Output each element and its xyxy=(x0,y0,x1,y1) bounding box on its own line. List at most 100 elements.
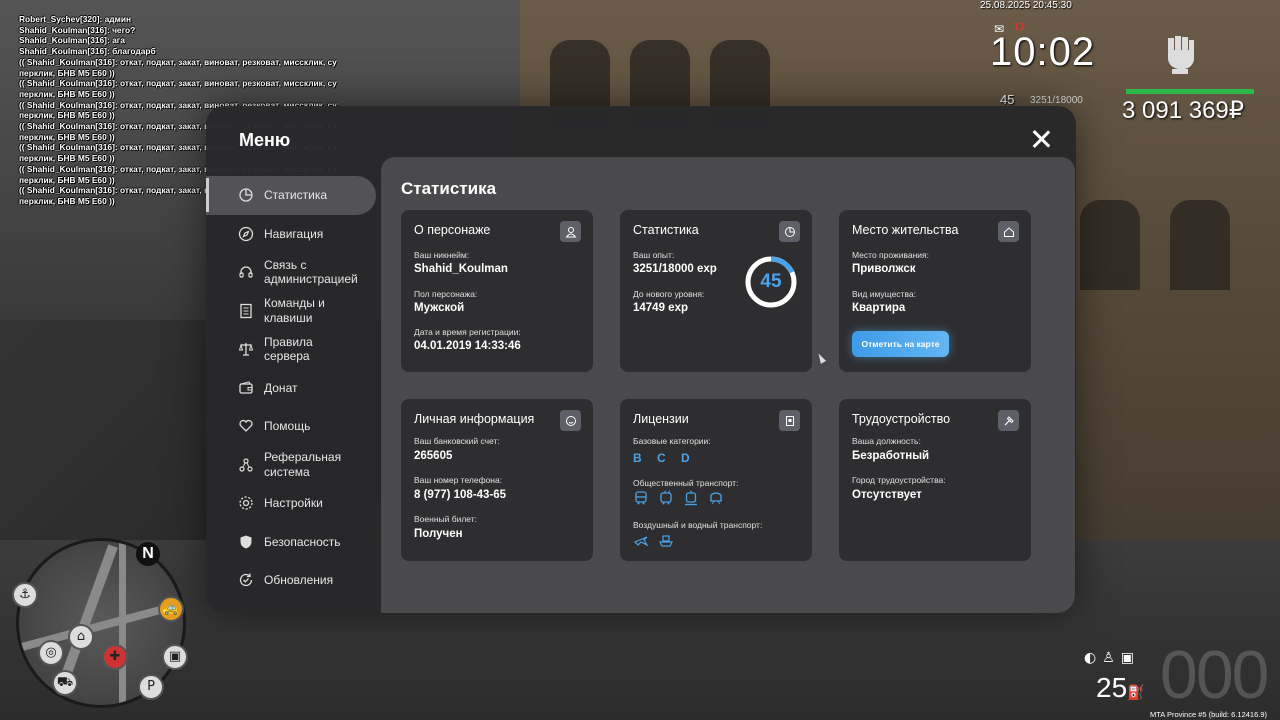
military-value: Получен xyxy=(414,528,463,540)
sidebar-item-help[interactable]: Помощь xyxy=(206,407,382,446)
public-transport-label: Общественный транспорт: xyxy=(633,478,739,488)
building-window xyxy=(1080,200,1140,290)
character-card: О персонаже Ваш никнейм: Shahid_Koulman … xyxy=(401,210,593,372)
nickname-value: Shahid_Koulman xyxy=(414,263,508,275)
licenses-card: Лицензии Базовые категории: B C D Общест… xyxy=(620,399,812,561)
sidebar-item-settings[interactable]: Настройки xyxy=(206,484,382,523)
heart-hand-icon xyxy=(238,418,254,434)
air-water-transport-icons xyxy=(633,533,674,549)
subway-icon xyxy=(708,490,724,506)
card-title: Статистика xyxy=(633,223,699,237)
headlight-icon: ◐ xyxy=(1084,650,1103,666)
sidebar-item-statistics[interactable]: Статистика xyxy=(206,176,376,215)
base-categories-value: B C D xyxy=(633,451,696,465)
license-icon xyxy=(779,410,800,431)
scales-icon xyxy=(238,341,254,357)
sidebar-item-label: Безопасность xyxy=(264,534,341,549)
statistics-card: Статистика Ваш опыт: 3251/18000 exp До н… xyxy=(620,210,812,372)
sidebar-item-label: Команды и клавиши xyxy=(264,296,325,325)
sidebar-item-label: Помощь xyxy=(264,419,311,433)
engine-icon: ▣ xyxy=(1120,650,1141,666)
property-value: Квартира xyxy=(852,302,906,314)
minimap-road xyxy=(119,541,126,705)
sidebar-item-label: Реферальная система xyxy=(264,450,342,479)
sidebar-item-label: Обновления xyxy=(264,573,334,587)
sidebar-item-updates[interactable]: Обновления xyxy=(206,561,382,600)
card-title: О персонаже xyxy=(414,223,491,237)
seatbelt-icon: ♙ xyxy=(1102,650,1121,666)
property-label: Вид имущества: xyxy=(852,289,916,299)
wallet-icon xyxy=(238,380,254,396)
air-water-transport-label: Воздушный и водный транспорт: xyxy=(633,520,763,530)
sidebar-item-label: Связь с администрацией xyxy=(264,257,358,287)
sidebar-item-commands[interactable]: Команды и клавиши xyxy=(206,292,382,331)
home-icon: ⌂ xyxy=(68,624,94,650)
chat-line: Shahid_Koulman[316]: чего? xyxy=(19,24,136,35)
sidebar-item-donate[interactable]: Донат xyxy=(206,369,382,408)
north-indicator: N xyxy=(136,542,160,566)
bank-value: 265605 xyxy=(414,450,453,462)
sidebar-item-referral[interactable]: Реферальная система xyxy=(206,446,382,485)
taxi-icon: 🚕 xyxy=(158,596,184,622)
sidebar-item-label: Настройки xyxy=(264,496,323,510)
military-label: Военный билет: xyxy=(414,514,478,524)
anchor-icon: ⚓ xyxy=(12,582,38,608)
chat-line: (( Shahid_Koulman[316]: откат, подкат, з… xyxy=(19,56,337,78)
build-info: MTA Province #5 (build: 6.12416.9) xyxy=(1150,710,1268,719)
speedometer-digits: 000 xyxy=(1160,637,1269,713)
base-categories-label: Базовые категории: xyxy=(633,436,711,446)
trolleybus-icon xyxy=(658,490,674,506)
page-title: Статистика xyxy=(401,179,497,198)
car-icon: ⛟ xyxy=(52,670,78,696)
plane-icon xyxy=(633,533,649,549)
house-icon xyxy=(998,221,1019,242)
chat-line: (( Shahid_Koulman[316]: откат, подкат, з… xyxy=(19,78,337,99)
menu-sidebar: Статистика Навигация Связь с администрацие… xyxy=(206,176,382,600)
pie-chart-icon xyxy=(238,187,254,203)
smile-icon xyxy=(560,410,581,431)
fuel-icon: ⛽ xyxy=(1127,684,1145,700)
position-label: Ваша должность: xyxy=(852,436,921,446)
employment-city-label: Город трудоустройства: xyxy=(852,475,946,485)
sidebar-item-security[interactable]: Безопасность xyxy=(206,523,382,562)
hud-clock: 10:02 xyxy=(990,30,1096,74)
nickname-label: Ваш никнейм: xyxy=(414,250,470,260)
level-value: 45 xyxy=(760,271,782,292)
residence-place-label: Место проживания: xyxy=(852,250,929,260)
sidebar-item-label: Правила сервера xyxy=(264,334,313,364)
personal-info-card: Личная информация Ваш банковский счет: 2… xyxy=(401,399,593,561)
gender-value: Мужской xyxy=(414,302,465,314)
phone-label: Ваш номер телефона: xyxy=(414,475,503,485)
card-title: Трудоустройство xyxy=(852,412,951,426)
refresh-check-icon xyxy=(238,572,254,588)
target-icon: ◎ xyxy=(38,640,64,666)
hud-money: 3 091 369₽ xyxy=(1122,97,1245,124)
chat-line: Shahid_Koulman[316]: благодарб xyxy=(19,46,156,57)
hud-level: 45 xyxy=(1000,92,1015,107)
document-icon xyxy=(238,303,254,319)
boat-icon xyxy=(658,533,674,549)
registration-value: 04.01.2019 14:33:46 xyxy=(414,340,521,352)
card-title: Место жительства xyxy=(852,223,959,237)
sidebar-item-server-rules[interactable]: Правила сервера xyxy=(206,330,382,369)
gear-icon xyxy=(238,495,254,511)
sidebar-item-label: Навигация xyxy=(264,226,324,241)
chat-line: Shahid_Koulman[316]: ага xyxy=(19,35,125,46)
headset-icon xyxy=(238,264,254,280)
mark-on-map-button[interactable]: Отметить на карте xyxy=(852,331,949,357)
menu-title: Меню xyxy=(239,130,291,150)
network-icon xyxy=(238,457,254,473)
residence-card: Место жительства Место проживания: Приво… xyxy=(839,210,1031,372)
tram-icon xyxy=(683,490,699,506)
gender-label: Пол персонажа: xyxy=(414,289,478,299)
sidebar-item-admin-contact[interactable]: Связь с администрацией xyxy=(206,253,382,292)
user-icon xyxy=(560,221,581,242)
exp-label: Ваш опыт: xyxy=(633,250,675,260)
building-window xyxy=(1170,200,1230,290)
sidebar-item-navigation[interactable]: Навигация xyxy=(206,215,382,254)
next-level-label: До нового уровня: xyxy=(633,289,705,299)
close-button[interactable] xyxy=(1028,126,1054,152)
hospital-icon: ✚ xyxy=(102,644,128,670)
hud-fuel: 25⛽ xyxy=(1096,672,1145,704)
compass-icon xyxy=(238,226,254,242)
